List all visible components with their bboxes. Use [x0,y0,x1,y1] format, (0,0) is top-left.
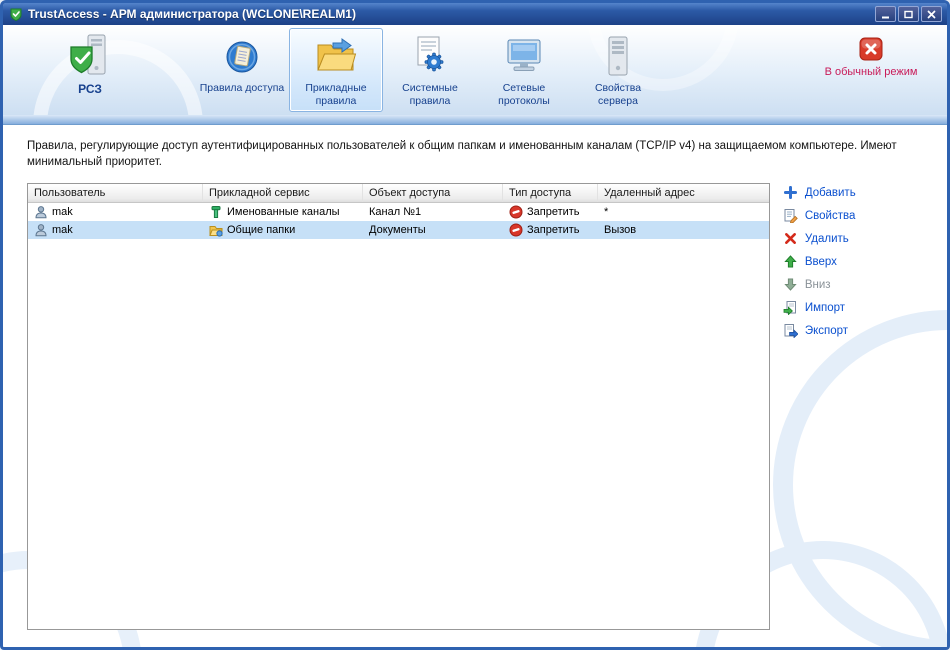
deny-icon [509,205,523,219]
user-icon [34,223,48,237]
down-arrow-icon [783,277,798,292]
toolbar-item-system-rules[interactable]: Системные правила [383,28,477,112]
action-label: Вверх [804,255,837,268]
export-icon [783,323,798,339]
user-name: mak [52,206,73,219]
cell-service: Общие папки [203,221,363,239]
toolbar-item-label: Прикладные правила [305,82,367,108]
toolbar-item-label: Системные правила [402,82,458,108]
action-label: Вниз [804,278,831,291]
minimize-button[interactable] [875,6,896,22]
app-icon [9,7,23,21]
toolbar-item-server-properties[interactable]: Свойства сервера [571,28,665,112]
user-icon [34,205,48,219]
shield-server-icon [67,33,113,79]
deny-icon [509,223,523,237]
action-add[interactable]: Добавить [783,185,933,200]
action-label: Импорт [804,301,846,314]
actions-panel: Добавить Свойства Удалить Вверх Вниз Имп… [783,183,933,339]
column-header-user[interactable]: Пользователь [28,184,203,203]
normal-mode-label: В обычный режим [824,66,918,78]
action-properties[interactable]: Свойства [783,208,933,224]
action-import[interactable]: Импорт [783,300,933,316]
cell-object: Канал №1 [369,206,422,219]
app-window: TrustAccess - АРМ администратора (WCLONE… [0,0,950,650]
cell-user: mak [28,221,203,239]
column-header-object[interactable]: Объект доступа [363,184,503,203]
close-button[interactable] [921,6,942,22]
action-move-up[interactable]: Вверх [783,254,933,269]
titlebar: TrustAccess - АРМ администратора (WCLONE… [3,3,947,25]
toolbar-item-rsz[interactable]: РСЗ [25,28,155,112]
maximize-button[interactable] [898,6,919,22]
toolbar-item-label: РСЗ [78,82,102,96]
normal-mode-button[interactable]: В обычный режим [809,28,933,78]
window-controls [875,6,942,22]
import-icon [783,300,798,316]
action-label: Добавить [804,186,856,199]
access-type: Запретить [527,206,580,219]
toolbar-item-label: Правила доступа [199,82,285,94]
cell-address: * [604,206,609,219]
action-delete[interactable]: Удалить [783,231,933,246]
toolbar-item-network-protocols[interactable]: Сетевые протоколы [477,28,571,112]
server-icon [598,33,638,79]
scroll-icon [223,33,261,79]
service-name: Именованные каналы [227,206,340,219]
toolbar-item-applied-rules[interactable]: Прикладные правила [289,28,383,112]
table-row[interactable]: mak Именованные каналы Канал №1 Запретит… [28,203,769,221]
user-name: mak [52,224,73,237]
delete-icon [783,231,798,246]
cell-access: Запретить [503,203,598,221]
plus-icon [783,185,798,200]
folder-rules-icon [314,33,358,79]
up-arrow-icon [783,254,798,269]
cell-access: Запретить [503,221,598,239]
rules-table: Пользователь Прикладной сервис Объект до… [27,183,770,631]
shared-folder-icon [209,223,223,237]
action-label: Свойства [804,209,856,222]
content-area: Правила, регулирующие доступ аутентифици… [3,125,947,647]
cell-object: Документы [369,224,426,237]
gear-rules-icon [410,33,450,79]
service-name: Общие папки [227,224,296,237]
window-title: TrustAccess - АРМ администратора (WCLONE… [28,7,356,21]
action-export[interactable]: Экспорт [783,323,933,339]
column-header-service[interactable]: Прикладной сервис [203,184,363,203]
access-type: Запретить [527,224,580,237]
exit-icon [859,37,883,61]
action-label: Удалить [804,232,849,245]
toolbar-divider [3,115,947,125]
cell-address: Вызов [604,224,637,237]
table-header: Пользователь Прикладной сервис Объект до… [28,184,769,204]
toolbar-item-label: Свойства сервера [594,82,642,108]
properties-icon [783,208,798,224]
column-header-access[interactable]: Тип доступа [503,184,598,203]
named-pipes-icon [209,205,223,219]
cell-service: Именованные каналы [203,203,363,221]
action-label: Экспорт [804,324,849,337]
toolbar: РСЗ Правила доступа Прикладные правила С… [3,25,947,115]
network-monitor-icon [504,33,544,79]
main-row: Пользователь Прикладной сервис Объект до… [27,183,933,631]
table-row[interactable]: mak Общие папки Документы Запретить Вызо… [28,221,769,240]
column-header-address[interactable]: Удаленный адрес [598,184,769,202]
cell-user: mak [28,203,203,221]
toolbar-item-access-rules[interactable]: Правила доступа [195,28,289,112]
action-move-down[interactable]: Вниз [783,277,933,292]
page-description: Правила, регулирующие доступ аутентифици… [27,140,897,168]
toolbar-item-label: Сетевые протоколы [498,82,550,108]
